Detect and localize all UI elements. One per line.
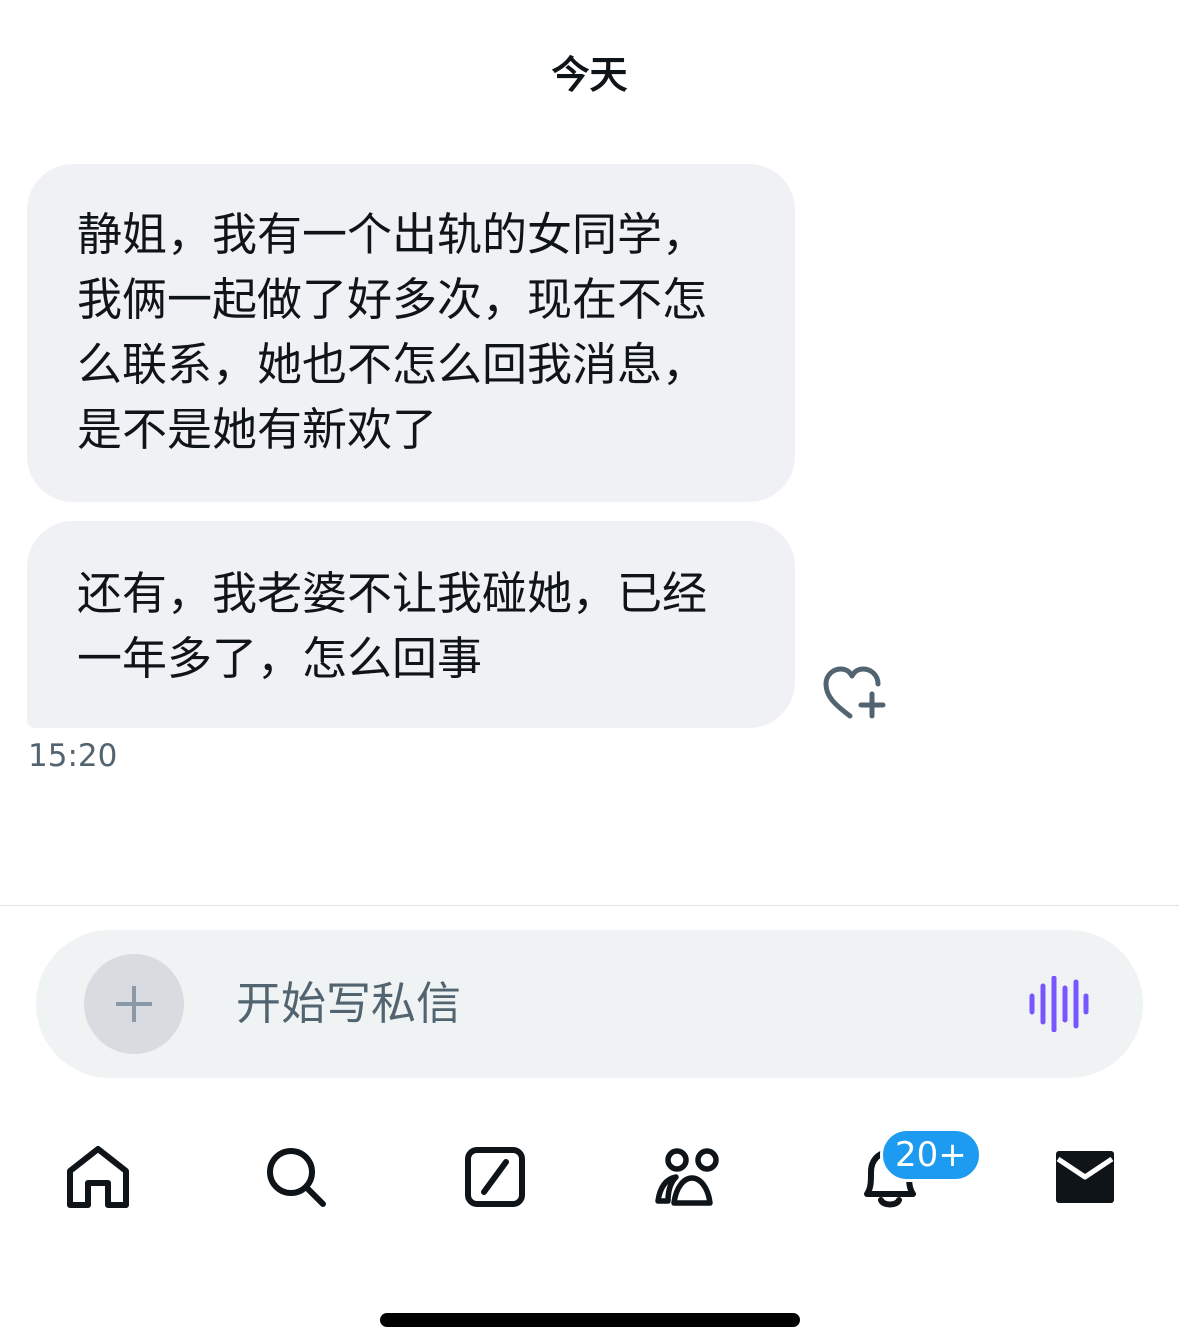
tab-home[interactable] — [53, 1132, 143, 1222]
compose-icon — [465, 1147, 525, 1207]
tab-messages[interactable] — [1040, 1132, 1130, 1222]
message-composer: 开始写私信 — [36, 930, 1143, 1078]
envelope-icon — [1056, 1151, 1114, 1203]
voice-waveform-icon — [1029, 975, 1089, 1033]
tab-communities[interactable] — [647, 1132, 737, 1222]
notifications-badge: 20+ — [880, 1128, 982, 1182]
bottom-tab-bar — [0, 1132, 1179, 1222]
search-icon — [267, 1148, 326, 1207]
composer-divider — [0, 905, 1179, 906]
tab-compose[interactable] — [450, 1132, 540, 1222]
message-input[interactable]: 开始写私信 — [236, 970, 461, 1038]
heart-plus-icon — [823, 666, 886, 719]
plus-icon — [116, 986, 152, 1022]
message-timestamp: 15:20 — [28, 738, 118, 774]
message-bubble[interactable]: 静姐，我有一个出轨的女同学， 我俩一起做了好多次，现在不怎 么联系，她也不怎么回… — [27, 164, 795, 502]
voice-message-button[interactable] — [1026, 975, 1090, 1033]
date-header: 今天 — [551, 53, 628, 97]
message-bubble[interactable]: 还有，我老婆不让我碰她，已经 一年多了，怎么回事 — [27, 521, 795, 728]
add-media-button[interactable] — [84, 954, 184, 1054]
dm-conversation-screen: 今天 静姐，我有一个出轨的女同学， 我俩一起做了好多次，现在不怎 么联系，她也不… — [0, 0, 1179, 1337]
add-reaction-button[interactable] — [820, 664, 890, 724]
home-icon — [67, 1146, 129, 1208]
communities-icon — [655, 1148, 719, 1206]
home-indicator[interactable] — [380, 1313, 800, 1327]
tab-search[interactable] — [251, 1132, 341, 1222]
